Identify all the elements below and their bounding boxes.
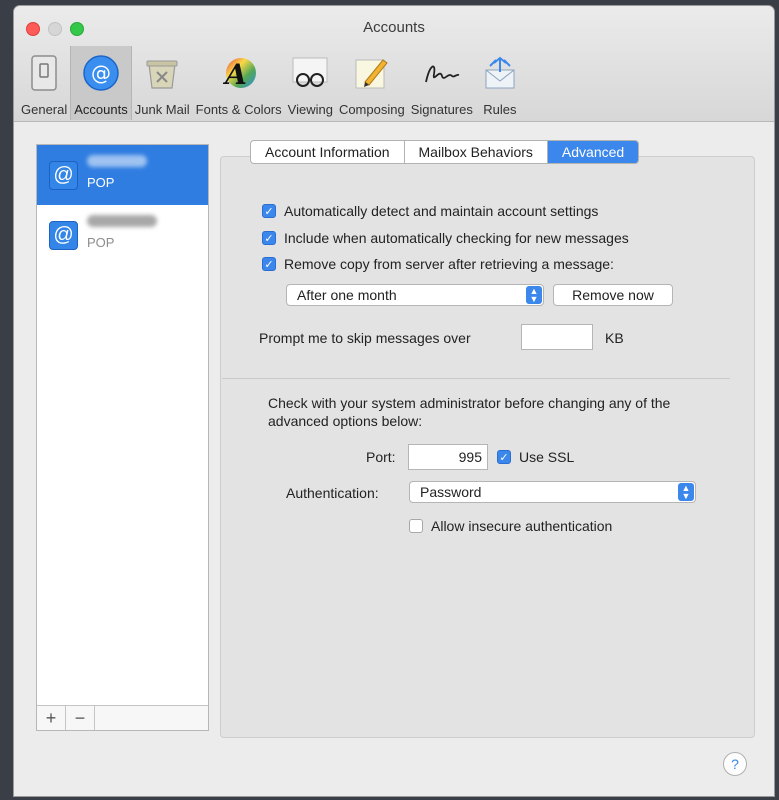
port-field[interactable]: 995 [408,444,488,470]
toolbar-accounts[interactable]: @ Accounts [70,46,132,120]
remove-after-value: After one month [297,287,397,303]
tab-advanced[interactable]: Advanced [547,141,639,163]
add-account-button[interactable]: + [37,706,66,730]
prompt-skip-size-field[interactable] [521,324,593,350]
section-divider [222,378,730,379]
tab-mailbox-behaviors[interactable]: Mailbox Behaviors [405,141,548,163]
use-ssl-label: Use SSL [519,449,575,465]
settings-tabs: Account Information Mailbox Behaviors Ad… [250,140,640,164]
authentication-select[interactable]: Password ▲ ▼ [409,481,696,503]
accounts-list-footer: + − [37,705,208,730]
toolbar-junk-mail-label: Junk Mail [134,102,190,117]
port-label: Port: [366,449,396,465]
chevron-updown-icon: ▲ ▼ [678,483,694,501]
auto-detect-row: ✓ Automatically detect and maintain acco… [262,203,598,219]
at-icon: @ [49,161,78,190]
admin-note: Check with your system administrator bef… [268,395,671,429]
account-type: POP [87,175,115,190]
toolbar-signatures-label: Signatures [410,102,473,117]
toolbar-general-label: General [21,102,68,117]
auto-detect-label: Automatically detect and maintain accoun… [284,203,599,219]
toolbar-general[interactable]: General [18,46,70,120]
allow-insecure-checkbox[interactable] [409,519,423,533]
remove-account-button[interactable]: − [66,706,95,730]
include-checking-label: Include when automatically checking for … [284,230,629,246]
tab-account-information[interactable]: Account Information [251,141,405,163]
prompt-skip-unit: KB [605,330,624,346]
preferences-toolbar: General @ Accounts Junk Mail A Fonts & C… [18,46,524,120]
toolbar-junk-mail[interactable]: Junk Mail [132,46,193,120]
include-checking-checkbox[interactable]: ✓ [262,231,276,245]
accounts-list: @ POP @ POP + − [36,144,209,731]
toolbar-fonts-colors-label: Fonts & Colors [195,102,282,117]
composing-icon [351,52,393,94]
prompt-skip-label: Prompt me to skip messages over [259,330,471,346]
signature-icon [421,52,463,94]
toolbar-fonts-colors[interactable]: A Fonts & Colors [193,46,285,120]
help-button[interactable]: ? [723,752,747,776]
include-checking-row: ✓ Include when automatically checking fo… [262,230,629,246]
account-name-redacted [87,155,147,167]
fonts-colors-icon: A [218,52,260,94]
toolbar-composing[interactable]: Composing [336,46,408,120]
authentication-label: Authentication: [286,485,379,501]
chevron-updown-icon: ▲ ▼ [526,286,542,304]
account-name-redacted [87,215,157,227]
general-icon [23,52,65,94]
account-type: POP [87,235,115,250]
account-item[interactable]: @ POP [37,205,208,265]
window-title: Accounts [363,19,425,36]
allow-insecure-label: Allow insecure authentication [431,518,613,534]
titlebar: Accounts General @ Accounts Junk Mail A … [14,6,774,122]
account-item[interactable]: @ POP [37,145,208,205]
toolbar-rules-label: Rules [483,102,517,117]
glasses-icon [289,52,331,94]
svg-text:@: @ [91,61,111,85]
allow-insecure-row: Allow insecure authentication [409,518,612,534]
toolbar-viewing[interactable]: Viewing [285,46,336,120]
toolbar-signatures[interactable]: Signatures [408,46,476,120]
remove-after-select[interactable]: After one month ▲ ▼ [286,284,544,306]
at-icon: @ [80,52,122,94]
authentication-value: Password [420,484,482,500]
toolbar-composing-label: Composing [338,102,405,117]
auto-detect-checkbox[interactable]: ✓ [262,204,276,218]
rules-icon [479,52,521,94]
remove-copy-label: Remove copy from server after retrieving… [284,256,614,272]
remove-copy-row: ✓ Remove copy from server after retrievi… [262,256,614,272]
toolbar-viewing-label: Viewing [287,102,333,117]
toolbar-rules[interactable]: Rules [476,46,524,120]
remove-now-button[interactable]: Remove now [553,284,673,306]
use-ssl-row: ✓ Use SSL [497,449,574,465]
junk-mail-icon [141,52,183,94]
remove-copy-checkbox[interactable]: ✓ [262,257,276,271]
svg-text:A: A [222,58,247,91]
toolbar-accounts-label: Accounts [74,102,128,117]
at-icon: @ [49,221,78,250]
use-ssl-checkbox[interactable]: ✓ [497,450,511,464]
